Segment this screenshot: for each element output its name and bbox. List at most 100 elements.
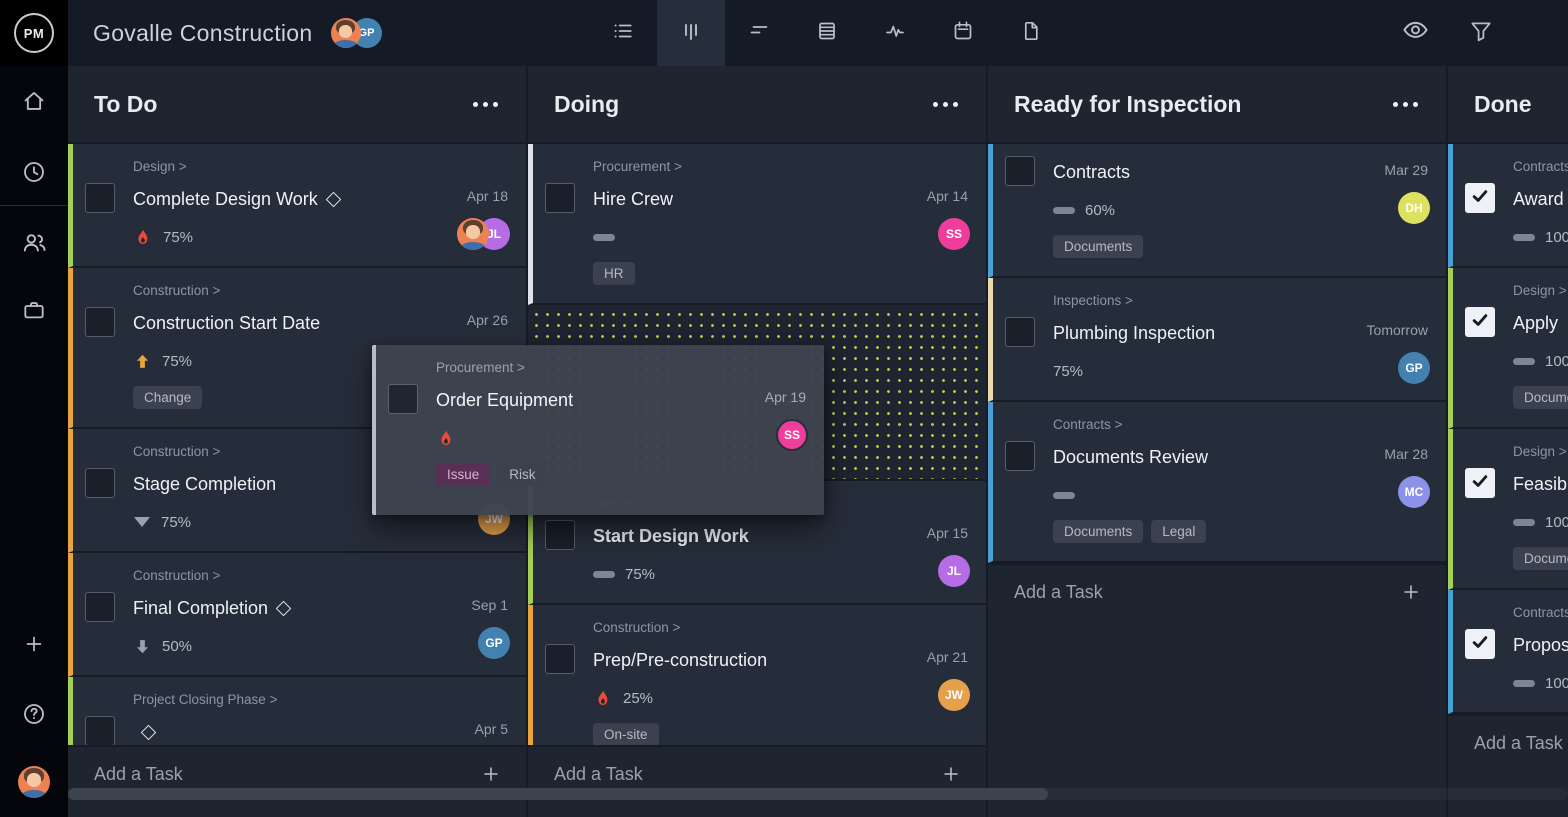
task-phase-link[interactable]: Construction > xyxy=(593,620,870,635)
assignee-avatar[interactable]: SS xyxy=(938,218,970,250)
task-title[interactable]: Award xyxy=(1513,189,1564,210)
assignee-avatar[interactable]: GP xyxy=(1398,352,1430,384)
task-tag[interactable]: Documents xyxy=(1513,547,1568,570)
task-title[interactable]: Hire Crew xyxy=(593,189,673,210)
task-checkbox[interactable] xyxy=(85,183,115,213)
task-card[interactable]: Construction >Final Completion50%Sep 1GP xyxy=(68,553,526,677)
task-phase-link[interactable]: Contracts > xyxy=(1053,417,1330,432)
task-card[interactable]: Inspections >Plumbing Inspection75%Tomor… xyxy=(988,278,1446,402)
task-checkbox[interactable] xyxy=(545,520,575,550)
task-title[interactable]: Prep/Pre-construction xyxy=(593,650,767,671)
task-checkbox[interactable] xyxy=(1005,317,1035,347)
task-checkbox[interactable] xyxy=(1005,441,1035,471)
task-phase-link[interactable]: Project Closing Phase > xyxy=(133,692,410,707)
add-task-button[interactable]: Add a Task xyxy=(1448,714,1568,770)
task-title[interactable]: Start Design Work xyxy=(593,526,749,547)
task-title[interactable]: Complete Design Work xyxy=(133,189,318,210)
task-title[interactable]: Feasib xyxy=(1513,474,1567,495)
task-title[interactable]: Propos xyxy=(1513,635,1568,656)
task-tag[interactable]: Documents xyxy=(1513,386,1568,409)
task-phase-link[interactable]: Construction > xyxy=(133,283,410,298)
task-phase-link[interactable]: Procurement > xyxy=(436,360,708,375)
filter-button[interactable] xyxy=(1468,18,1494,49)
task-tag[interactable]: On-site xyxy=(593,723,659,746)
tab-calendar-view[interactable] xyxy=(929,0,997,66)
sidebar-briefcase-button[interactable] xyxy=(0,297,68,328)
sidebar-home-button[interactable] xyxy=(0,88,68,119)
tab-document-view[interactable] xyxy=(997,0,1065,66)
task-tag[interactable]: Risk xyxy=(498,463,546,486)
task-card[interactable]: Procurement >Hire CrewHRApr 14SS xyxy=(528,144,986,305)
task-title[interactable]: Plumbing Inspection xyxy=(1053,323,1215,344)
assignee-avatar[interactable]: JL xyxy=(938,555,970,587)
add-task-button[interactable]: Add a Task xyxy=(988,563,1446,619)
task-checkbox[interactable] xyxy=(1465,629,1495,659)
tab-activity-view[interactable] xyxy=(861,0,929,66)
task-phase-link[interactable]: Construction > xyxy=(133,444,410,459)
task-phase-link[interactable]: Construction > xyxy=(133,568,410,583)
sidebar-help-button[interactable] xyxy=(0,701,68,732)
task-checkbox[interactable] xyxy=(85,592,115,622)
task-phase-link[interactable]: Contracts > xyxy=(1513,605,1568,620)
task-checkbox[interactable] xyxy=(85,468,115,498)
task-card[interactable]: Contracts >Award100% xyxy=(1448,144,1568,268)
assignee-avatar[interactable]: JW xyxy=(938,679,970,711)
task-tag[interactable]: Change xyxy=(133,386,202,409)
task-phase-link[interactable]: Design > xyxy=(1513,444,1568,459)
tab-gantt-view[interactable] xyxy=(725,0,793,66)
task-checkbox[interactable] xyxy=(1465,307,1495,337)
task-title[interactable]: Stage Completion xyxy=(133,474,276,495)
task-phase-link[interactable]: Inspections > xyxy=(1053,293,1330,308)
task-title[interactable]: Contracts xyxy=(1053,162,1130,183)
task-card[interactable]: Contracts60%DocumentsMar 29DH xyxy=(988,144,1446,278)
task-card[interactable]: Contracts >Documents ReviewDocumentsLega… xyxy=(988,402,1446,563)
task-checkbox[interactable] xyxy=(85,716,115,746)
assignee-avatar[interactable]: MC xyxy=(1398,476,1430,508)
task-title[interactable]: Construction Start Date xyxy=(133,313,320,334)
column-menu-button[interactable] xyxy=(933,96,958,113)
scrollbar-thumb[interactable] xyxy=(68,788,1048,800)
tab-list-view[interactable] xyxy=(589,0,657,66)
column-menu-button[interactable] xyxy=(473,96,498,113)
task-tag[interactable]: HR xyxy=(593,262,635,285)
task-phase-link[interactable]: Design > xyxy=(133,159,410,174)
task-phase-link[interactable]: Contracts > xyxy=(1513,159,1568,174)
tab-board-view[interactable] xyxy=(657,0,725,66)
task-checkbox[interactable] xyxy=(1465,468,1495,498)
task-phase-link[interactable]: Design > xyxy=(1513,283,1568,298)
task-tag[interactable]: Documents xyxy=(1053,520,1143,543)
task-checkbox[interactable] xyxy=(388,384,418,414)
user-photo-avatar[interactable] xyxy=(18,766,50,798)
task-card[interactable]: Design >Complete Design Work75%Apr 18JL xyxy=(68,144,526,268)
task-checkbox[interactable] xyxy=(545,644,575,674)
user-photo-avatar[interactable] xyxy=(457,218,489,250)
task-checkbox[interactable] xyxy=(545,183,575,213)
sidebar-user-avatar[interactable] xyxy=(0,766,68,798)
task-checkbox[interactable] xyxy=(1005,156,1035,186)
task-phase-link[interactable]: Procurement > xyxy=(593,159,870,174)
assignee-avatar[interactable]: DH xyxy=(1398,192,1430,224)
task-card[interactable]: Design >Apply100%Documents xyxy=(1448,268,1568,429)
task-title[interactable]: Apply xyxy=(1513,313,1558,334)
eye-button[interactable] xyxy=(1401,16,1430,50)
sidebar-plus-button[interactable] xyxy=(0,632,68,661)
tab-sheet-view[interactable] xyxy=(793,0,861,66)
task-checkbox[interactable] xyxy=(1465,183,1495,213)
column-menu-button[interactable] xyxy=(1393,96,1418,113)
task-tag[interactable]: Legal xyxy=(1151,520,1206,543)
task-card[interactable]: Construction >Prep/Pre-construction25%On… xyxy=(528,605,986,766)
app-logo[interactable]: PM xyxy=(0,0,68,66)
project-members[interactable]: GP xyxy=(331,18,382,48)
task-tag[interactable]: Documents xyxy=(1053,235,1143,258)
task-title[interactable]: Order Equipment xyxy=(436,390,573,411)
task-tag[interactable]: Issue xyxy=(436,463,490,486)
dragged-card[interactable]: Procurement >Order EquipmentIssueRiskApr… xyxy=(372,345,824,515)
task-title[interactable]: Final Completion xyxy=(133,598,268,619)
sidebar-team-button[interactable] xyxy=(0,229,68,261)
assignee-avatar[interactable]: SS xyxy=(776,419,808,451)
task-checkbox[interactable] xyxy=(85,307,115,337)
task-card[interactable]: Contracts >Propos100% xyxy=(1448,590,1568,714)
assignee-avatar[interactable]: GP xyxy=(478,627,510,659)
sidebar-clock-button[interactable] xyxy=(0,159,68,190)
task-card[interactable]: Design >Feasib100%Documents xyxy=(1448,429,1568,590)
